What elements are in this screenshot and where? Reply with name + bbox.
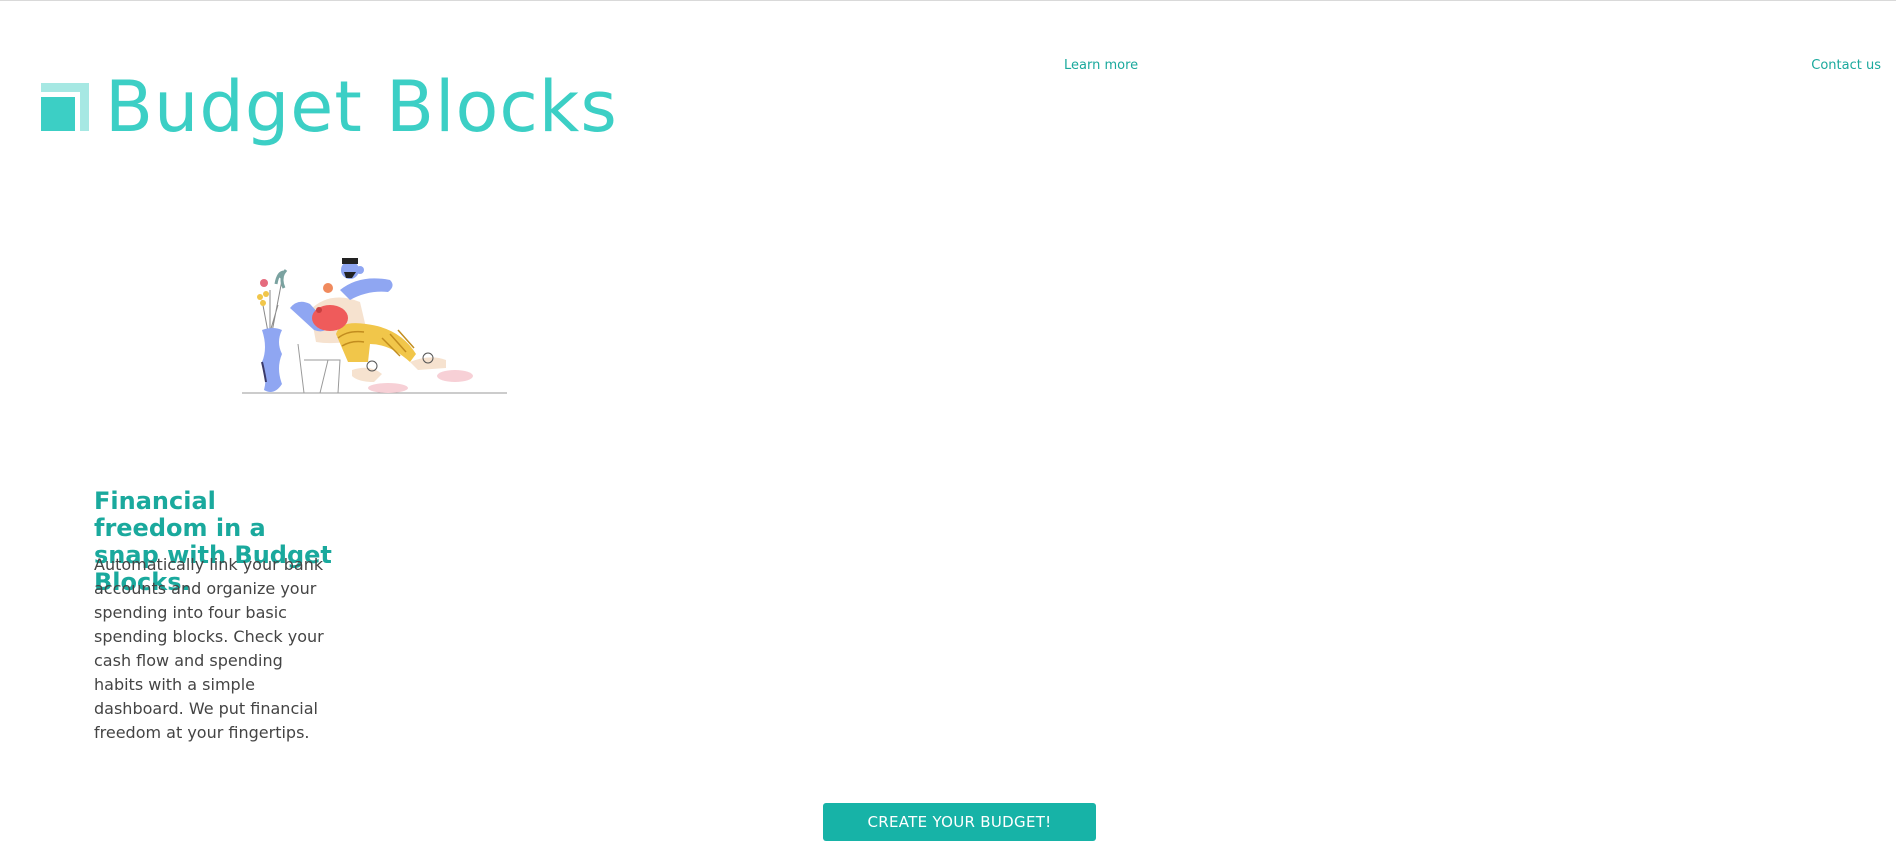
brand-title: Budget Blocks — [105, 66, 618, 148]
brand-logo[interactable]: Budget Blocks — [41, 62, 618, 152]
blocks-logo-icon — [41, 83, 89, 131]
create-budget-button[interactable]: CREATE YOUR BUDGET! — [823, 803, 1096, 841]
top-divider — [0, 0, 1896, 1]
nav-contact-us-link[interactable]: Contact us — [1811, 58, 1881, 73]
person-with-piggy-bank-illustration — [242, 258, 507, 394]
hero-description: Automatically link your bank accounts an… — [94, 555, 324, 742]
nav-learn-more-link[interactable]: Learn more — [1064, 58, 1138, 73]
